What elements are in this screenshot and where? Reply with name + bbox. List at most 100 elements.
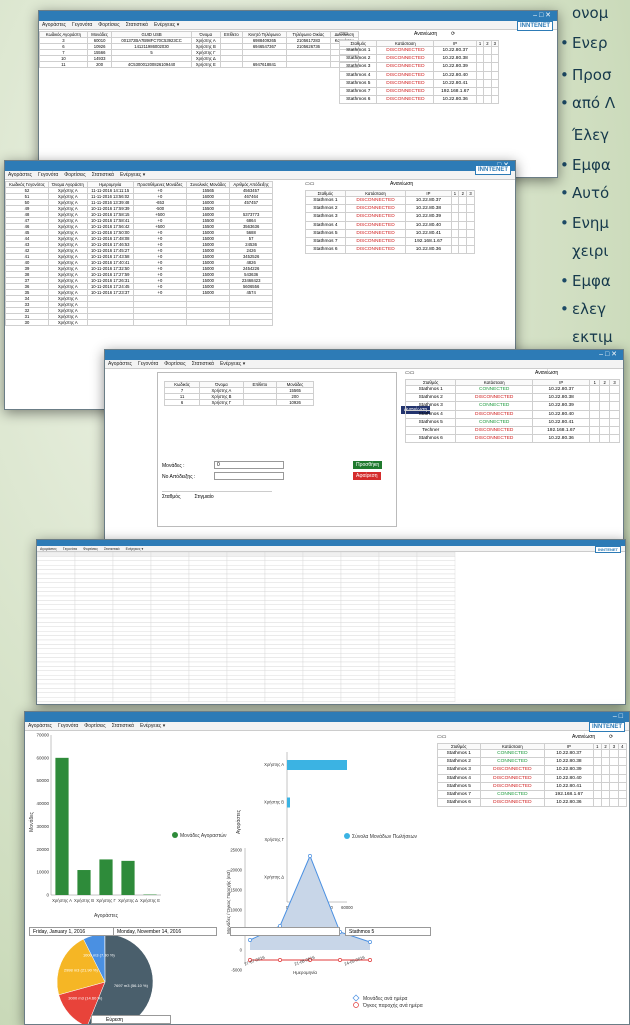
station-row[interactable]: Stathmos 7 CONNECTED 192.168.1.67: [437, 790, 628, 800]
station-row[interactable]: Stathmos 2 CONNECTED 10.22.80.38: [437, 757, 628, 767]
station-row[interactable]: Stathmos 4 DISCONNECTED 10.22.80.40: [305, 220, 475, 230]
station-row[interactable]: Stathmos 5 CONNECTED 10.22.80.41: [404, 417, 620, 428]
menu-statistics[interactable]: Στατιστικά: [192, 361, 214, 367]
column-header[interactable]: Κωδικός Γεγονότος: [5, 181, 49, 188]
menu-charges[interactable]: Φορτίσεις: [84, 723, 105, 729]
log-cell: [340, 674, 380, 680]
monitor-icon[interactable]: ▭▭: [305, 181, 314, 187]
log-cell: [226, 560, 266, 566]
menu-events[interactable]: Γεγονότα: [63, 547, 77, 551]
column-header[interactable]: Αριθμός Απόδειξης: [229, 181, 273, 188]
station-row[interactable]: Stathmos 5 DISCONNECTED 10.22.80.41: [305, 228, 475, 239]
station-row[interactable]: Stathmos 7 DISCONNECTED 192.168.1.67: [305, 237, 475, 247]
date-to-picker[interactable]: Monday, November 14, 2016: [113, 927, 217, 936]
search-button[interactable]: Εύρεση: [91, 1015, 171, 1024]
station-row[interactable]: Stathmos 3 DISCONNECTED 10.22.80.39: [437, 765, 628, 775]
table-cell: Χρήστης Ε: [190, 61, 221, 68]
menu-charges[interactable]: Φορτίσεις: [164, 361, 185, 367]
monitor-icon[interactable]: ▭▭: [437, 734, 446, 740]
bullet-dot: [560, 4, 572, 22]
menu-buyers[interactable]: Αγοράστες: [40, 547, 57, 551]
station-row[interactable]: Stathmos 5 DISCONNECTED 10.22.80.41: [338, 78, 500, 89]
log-cell: [112, 679, 152, 685]
station-row[interactable]: Stathmos 1 DISCONNECTED 10.22.80.37: [338, 45, 500, 56]
station-row[interactable]: Stathmos 3 CONNECTED 10.22.80.39: [404, 401, 620, 411]
buyer-select[interactable]: [230, 927, 340, 936]
station-row[interactable]: Stathmos 4 DISCONNECTED 10.22.80.40: [437, 773, 628, 783]
station-row[interactable]: Stathmos 1 CONNECTED 10.22.80.37: [404, 384, 620, 395]
station-row[interactable]: Stathmos 3 DISCONNECTED 10.22.80.39: [338, 62, 500, 72]
menu-events[interactable]: Γεγονότα: [138, 361, 158, 367]
menu-charges[interactable]: Φορτίσεις: [64, 172, 85, 178]
log-cell: [74, 573, 114, 579]
units-stepper[interactable]: 0: [214, 461, 284, 469]
connection-status: DISCONNECTED: [376, 95, 435, 105]
menu-statistics[interactable]: Στατιστικά: [92, 172, 114, 178]
subtract-button[interactable]: Αφαίρεση: [353, 472, 381, 480]
station-row[interactable]: Stathmos 2 DISCONNECTED 10.22.80.38: [305, 204, 475, 214]
column-header[interactable]: Προστιθέμενες Μονάδες: [132, 181, 188, 188]
log-cell: [302, 552, 342, 557]
monitor-icon[interactable]: ▭▭: [339, 31, 348, 37]
menu-events[interactable]: Γεγονότα: [58, 723, 78, 729]
slot-cell: [589, 426, 601, 436]
menu-actions[interactable]: Ενέργειες ▾: [154, 22, 179, 28]
window-controls[interactable]: – □ ✕: [599, 350, 617, 360]
station-row[interactable]: Stathmos 7 DISCONNECTED 192.168.1.67: [338, 87, 500, 97]
station-row[interactable]: Stathmos 6 DISCONNECTED 10.22.80.36: [404, 434, 620, 444]
station-row[interactable]: Techner DISCONNECTED 192.168.1.67: [404, 426, 620, 436]
log-cell: [302, 595, 342, 601]
menu-statistics[interactable]: Στατιστικά: [112, 723, 134, 729]
monitor-icon[interactable]: ▭▭: [405, 370, 414, 376]
station-name: Stathmos 2: [437, 757, 481, 767]
refresh-icon[interactable]: ⟳: [451, 31, 455, 37]
menu-statistics[interactable]: Στατιστικά: [104, 547, 120, 551]
receipt-input[interactable]: [214, 472, 284, 480]
add-button[interactable]: Προσθήκη: [353, 461, 383, 469]
menu-events[interactable]: Γεγονότα: [72, 22, 92, 28]
station-row[interactable]: Stathmos 2 DISCONNECTED 10.22.80.38: [404, 393, 620, 403]
menu-actions[interactable]: Ενέργειες ▾: [120, 172, 145, 178]
station-row[interactable]: Stathmos 1 CONNECTED 10.22.80.37: [437, 748, 628, 759]
station-row[interactable]: Stathmos 1 DISCONNECTED 10.22.80.37: [305, 195, 475, 206]
window-controls[interactable]: – □: [613, 712, 623, 722]
table-row[interactable]: 30 Χρήστης Α: [5, 319, 273, 326]
table-row[interactable]: 11 200 4C530001200826109440 Χρήστης Ε 694761…: [39, 61, 360, 68]
column-header[interactable]: Συνολικές Μονάδες: [186, 181, 231, 188]
legend-label: Σύνολα Μονάδων Πωλήσεων: [352, 833, 418, 840]
menu-buyers[interactable]: Αγοράστες: [42, 22, 66, 28]
refresh-button[interactable]: Ανανέωση: [572, 734, 595, 740]
menu-buyers[interactable]: Αγοράστες: [108, 361, 132, 367]
table-row[interactable]: 6 Χρήστης Γ 10926: [163, 399, 314, 406]
station-row[interactable]: Stathmos 6 DISCONNECTED 10.22.80.36: [338, 95, 500, 105]
station-row[interactable]: Stathmos 6 DISCONNECTED 10.22.80.36: [437, 798, 628, 808]
menu-statistics[interactable]: Στατιστικά: [126, 22, 148, 28]
refresh-icon[interactable]: ⟳: [609, 734, 613, 740]
menu-buyers[interactable]: Αγοράστες: [28, 723, 52, 729]
menu-charges[interactable]: Φορτίσεις: [83, 547, 98, 551]
log-cell: [226, 635, 266, 641]
window-controls[interactable]: – □ ✕: [533, 11, 551, 21]
station-row[interactable]: Stathmos 2 DISCONNECTED 10.22.80.38: [338, 54, 500, 64]
station-row[interactable]: Stathmos 4 DISCONNECTED 10.22.80.40: [404, 409, 620, 419]
menu-events[interactable]: Γεγονότα: [38, 172, 58, 178]
column-header[interactable]: Όνομα Αγοράστη: [47, 181, 88, 188]
station-row[interactable]: Stathmos 5 DISCONNECTED 10.22.80.41: [437, 781, 628, 792]
column-header[interactable]: Κωδικός Αγοράστη: [39, 31, 88, 38]
bullet-dot: •: [560, 184, 569, 202]
menu-actions[interactable]: Ενέργειες ▾: [126, 547, 144, 551]
date-from-sep: ,: [46, 929, 48, 935]
station-select[interactable]: Stathmos 5: [345, 927, 431, 936]
column-header[interactable]: Τηλέφωνο Οικίας: [286, 31, 331, 38]
menu-charges[interactable]: Φορτίσεις: [98, 22, 119, 28]
menu-actions[interactable]: Ενέργειες ▾: [140, 723, 165, 729]
refresh-button[interactable]: Ανανέωση: [414, 31, 437, 37]
station-row[interactable]: Stathmos 6 DISCONNECTED 10.22.80.36: [305, 245, 475, 255]
station-row[interactable]: Stathmos 4 DISCONNECTED 10.22.80.40: [338, 70, 500, 80]
column-header[interactable]: Κινητό Τηλέφωνο: [241, 31, 288, 38]
refresh-button[interactable]: Ανανέωση: [390, 181, 413, 187]
menu-actions[interactable]: Ενέργειες ▾: [220, 361, 245, 367]
station-row[interactable]: Stathmos 3 DISCONNECTED 10.22.80.39: [305, 212, 475, 222]
menu-buyers[interactable]: Αγοράστες: [8, 172, 32, 178]
refresh-button[interactable]: Ανανέωση: [535, 370, 558, 376]
